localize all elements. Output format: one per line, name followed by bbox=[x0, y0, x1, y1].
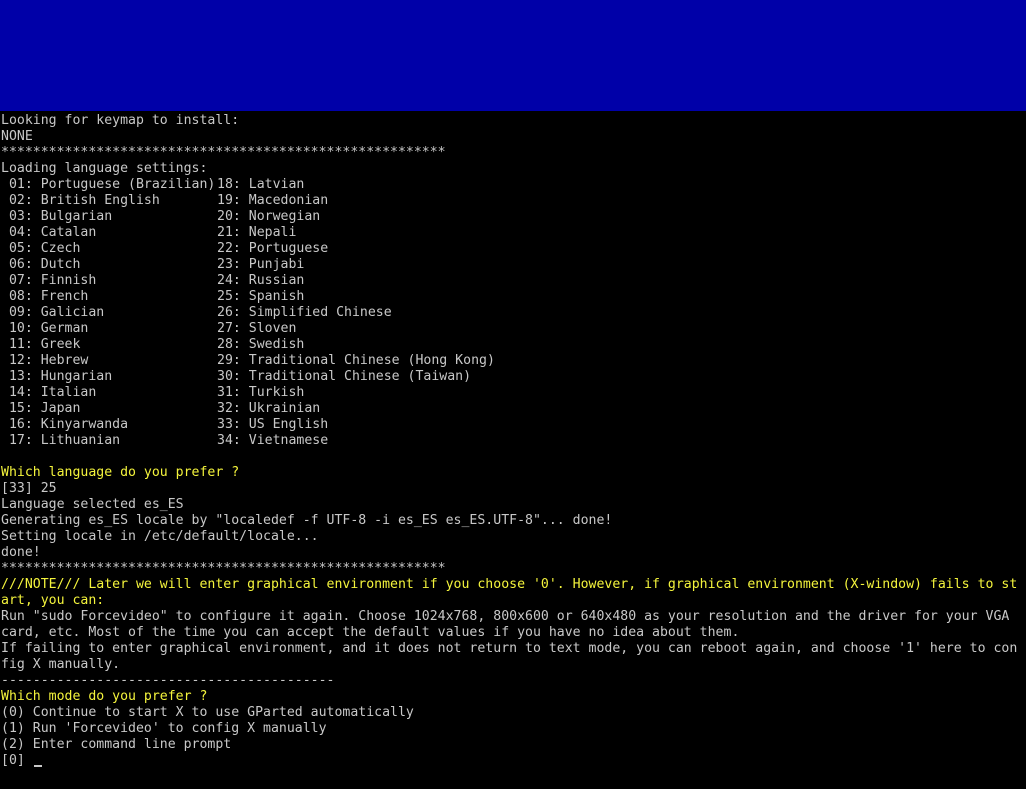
language-item: 31: Turkish bbox=[217, 385, 305, 400]
locale-done-message: done! bbox=[1, 545, 41, 560]
language-item: 07: Finnish bbox=[1, 273, 97, 288]
language-answer: [33] 25 bbox=[1, 481, 57, 496]
language-row: 09: Galician 26: Simplified Chinese bbox=[1, 305, 1026, 321]
language-item: 03: Bulgarian bbox=[1, 209, 113, 224]
language-item: 33: US English bbox=[217, 417, 329, 432]
language-item: 20: Norwegian bbox=[217, 209, 321, 224]
language-item: 28: Swedish bbox=[217, 337, 305, 352]
language-item: 10: German bbox=[1, 321, 89, 336]
language-item: 09: Galician bbox=[1, 305, 105, 320]
note-line: ///NOTE/// Later we will enter graphical… bbox=[1, 577, 1018, 592]
separator-stars: ****************************************… bbox=[1, 561, 446, 576]
language-question: Which language do you prefer ? bbox=[1, 465, 240, 480]
failure-instructions: If failing to enter graphical environmen… bbox=[1, 641, 1018, 656]
language-item: 16: Kinyarwanda bbox=[1, 417, 129, 432]
language-item: 11: Greek bbox=[1, 337, 81, 352]
language-row: 10: German 27: Sloven bbox=[1, 321, 1026, 337]
language-item: 01: Portuguese (Brazilian) bbox=[1, 177, 216, 192]
language-item: 32: Ukrainian bbox=[217, 401, 321, 416]
top-blue-band bbox=[0, 0, 1026, 111]
language-row: 13: Hungarian 30: Traditional Chinese (Ta… bbox=[1, 369, 1026, 385]
language-item: 08: French bbox=[1, 289, 89, 304]
language-item: 23: Punjabi bbox=[217, 257, 305, 272]
language-list: 01: Portuguese (Brazilian) 18: Latvian 02… bbox=[1, 177, 1026, 449]
language-item: 17: Lithuanian bbox=[1, 433, 121, 448]
language-item: 24: Russian bbox=[217, 273, 305, 288]
language-item: 15: Japan bbox=[1, 401, 81, 416]
text-cursor[interactable] bbox=[33, 765, 42, 767]
locale-setting-message: Setting locale in /etc/default/locale... bbox=[1, 529, 319, 544]
mode-question: Which mode do you prefer ? bbox=[1, 689, 208, 704]
terminal-console[interactable]: Looking for keymap to install: NONE ****… bbox=[1, 113, 1026, 769]
loading-language-heading: Loading language settings: bbox=[1, 161, 208, 176]
language-row: 01: Portuguese (Brazilian) 18: Latvian bbox=[1, 177, 1026, 193]
language-row: 15: Japan 32: Ukrainian bbox=[1, 401, 1026, 417]
mode-option-0: (0) Continue to start X to use GParted a… bbox=[1, 705, 414, 720]
language-row: 02: British English 19: Macedonian bbox=[1, 193, 1026, 209]
language-item: 05: Czech bbox=[1, 241, 81, 256]
language-item: 13: Hungarian bbox=[1, 369, 113, 384]
mode-prompt: [0] bbox=[1, 753, 33, 768]
language-item: 06: Dutch bbox=[1, 257, 81, 272]
language-item: 12: Hebrew bbox=[1, 353, 89, 368]
note-line: art, you can: bbox=[1, 593, 105, 608]
language-row: 12: Hebrew 29: Traditional Chinese (Hong … bbox=[1, 353, 1026, 369]
language-row: 03: Bulgarian 20: Norwegian bbox=[1, 209, 1026, 225]
forcevideo-instructions: card, etc. Most of the time you can acce… bbox=[1, 625, 740, 640]
language-item: 14: Italian bbox=[1, 385, 97, 400]
locale-generating-message: Generating es_ES locale by "localedef -f… bbox=[1, 513, 613, 528]
language-item: 26: Simplified Chinese bbox=[217, 305, 392, 320]
separator-stars: ****************************************… bbox=[1, 145, 446, 160]
language-row: 08: French 25: Spanish bbox=[1, 289, 1026, 305]
mode-option-1: (1) Run 'Forcevideo' to config X manuall… bbox=[1, 721, 327, 736]
language-row: 11: Greek 28: Swedish bbox=[1, 337, 1026, 353]
language-item: 29: Traditional Chinese (Hong Kong) bbox=[217, 353, 495, 368]
language-item: 34: Vietnamese bbox=[217, 433, 329, 448]
language-item: 02: British English bbox=[1, 193, 160, 208]
language-row: 06: Dutch 23: Punjabi bbox=[1, 257, 1026, 273]
keymap-value: NONE bbox=[1, 129, 33, 144]
language-selected-message: Language selected es_ES bbox=[1, 497, 184, 512]
mode-prompt-line[interactable]: [0] bbox=[1, 753, 1026, 769]
language-item: 27: Sloven bbox=[217, 321, 297, 336]
language-item: 22: Portuguese bbox=[217, 241, 329, 256]
language-row: 04: Catalan 21: Nepali bbox=[1, 225, 1026, 241]
language-item: 21: Nepali bbox=[217, 225, 297, 240]
language-item: 25: Spanish bbox=[217, 289, 305, 304]
language-row: 14: Italian 31: Turkish bbox=[1, 385, 1026, 401]
mode-option-2: (2) Enter command line prompt bbox=[1, 737, 232, 752]
language-row: 17: Lithuanian 34: Vietnamese bbox=[1, 433, 1026, 449]
language-item: 30: Traditional Chinese (Taiwan) bbox=[217, 369, 472, 384]
failure-instructions: fig X manually. bbox=[1, 657, 121, 672]
separator-dashes: ----------------------------------------… bbox=[1, 673, 335, 688]
forcevideo-instructions: Run "sudo Forcevideo" to configure it ag… bbox=[1, 609, 1010, 624]
language-row: 05: Czech 22: Portuguese bbox=[1, 241, 1026, 257]
keymap-heading: Looking for keymap to install: bbox=[1, 113, 240, 128]
language-item: 19: Macedonian bbox=[217, 193, 329, 208]
language-item: 04: Catalan bbox=[1, 225, 97, 240]
language-row: 07: Finnish 24: Russian bbox=[1, 273, 1026, 289]
language-row: 16: Kinyarwanda 33: US English bbox=[1, 417, 1026, 433]
language-item: 18: Latvian bbox=[217, 177, 305, 192]
